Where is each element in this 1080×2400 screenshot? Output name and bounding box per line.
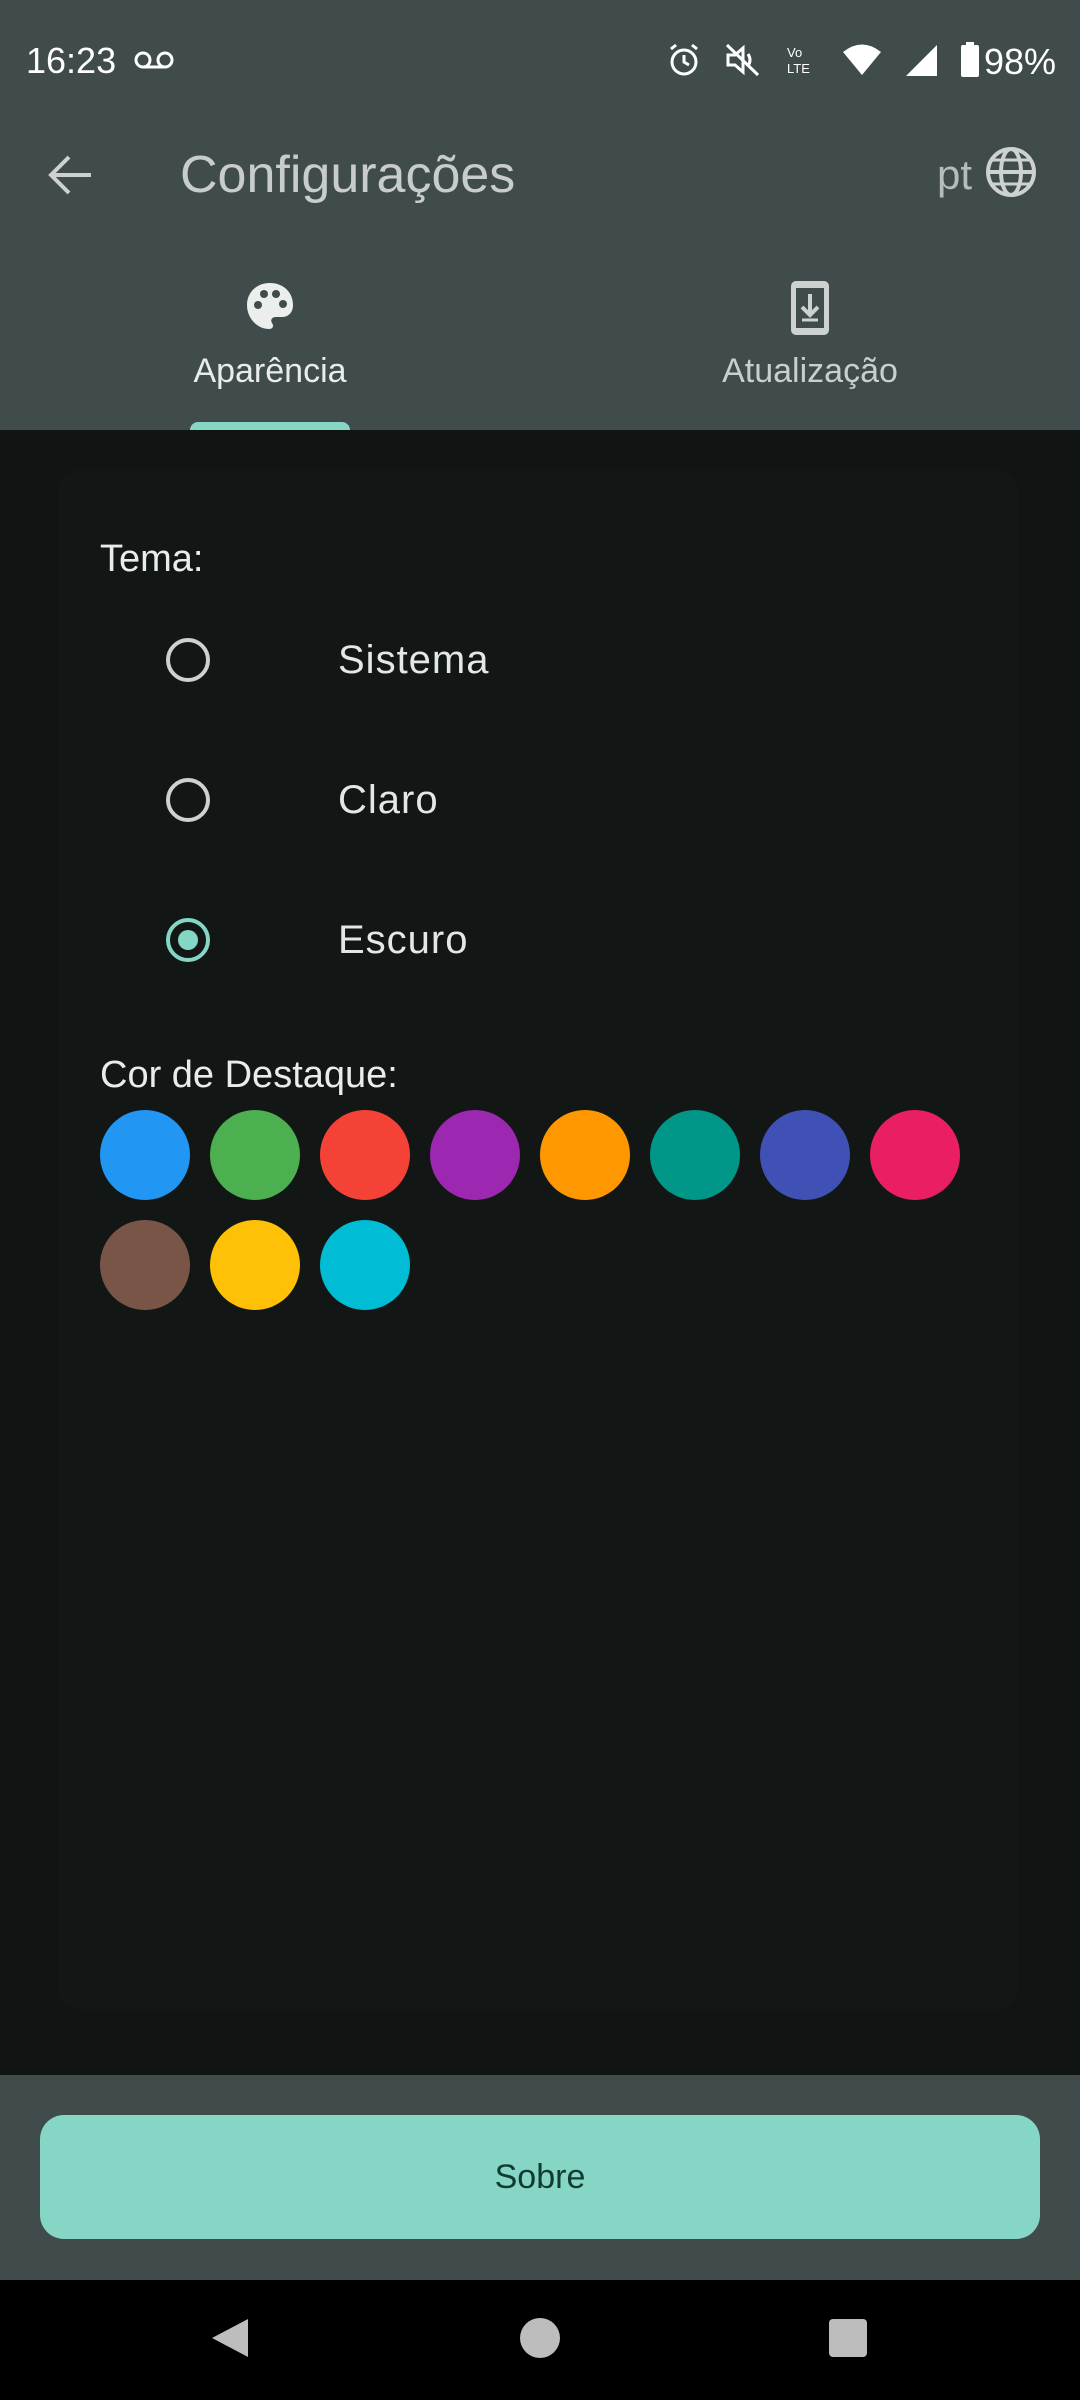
- arrow-back-icon: [47, 155, 93, 200]
- color-swatch-purple[interactable]: [430, 1110, 520, 1200]
- radio-selected-dot: [178, 930, 198, 950]
- wifi-icon: [842, 43, 882, 82]
- theme-option-label: Claro: [338, 778, 439, 822]
- battery-indicator: 98%: [960, 41, 1056, 83]
- color-swatch-teal[interactable]: [650, 1110, 740, 1200]
- nav-recents-button[interactable]: [818, 2310, 878, 2370]
- language-code: pt: [936, 150, 972, 198]
- nav-back-button[interactable]: [200, 2310, 260, 2370]
- tab-indicator: [190, 422, 350, 430]
- theme-option-light[interactable]: Claro: [166, 760, 666, 840]
- volte-icon: Vo LTE: [784, 42, 820, 83]
- color-swatch-pink[interactable]: [870, 1110, 960, 1200]
- status-icons: Vo LTE 98%: [666, 38, 1056, 86]
- tab-bar: Aparência Atualização: [0, 240, 1080, 430]
- theme-label: Tema:: [100, 538, 204, 580]
- color-swatch-orange[interactable]: [540, 1110, 630, 1200]
- back-button[interactable]: [40, 147, 100, 207]
- phone-download-icon: [790, 280, 830, 341]
- color-swatch-brown[interactable]: [100, 1220, 190, 1310]
- theme-option-system[interactable]: Sistema: [166, 620, 666, 700]
- tab-appearance[interactable]: Aparência: [0, 240, 540, 430]
- nav-home-button[interactable]: [510, 2310, 570, 2370]
- language-selector[interactable]: pt: [937, 145, 1038, 204]
- svg-text:LTE: LTE: [787, 61, 810, 76]
- appearance-settings-card: Tema: Sistema Claro Escuro Cor de Destaq…: [58, 470, 1018, 2010]
- radio-light[interactable]: [166, 778, 210, 822]
- alarm-icon: [666, 42, 702, 83]
- nav-recents-icon: [826, 2316, 870, 2365]
- status-bar: 16:23 Vo LTE 98%: [0, 0, 1080, 125]
- color-swatch-blue[interactable]: [100, 1110, 190, 1200]
- color-swatch-red[interactable]: [320, 1110, 410, 1200]
- color-swatch-cyan[interactable]: [320, 1220, 410, 1310]
- page-title: Configurações: [180, 146, 516, 204]
- nav-back-icon: [208, 2316, 252, 2365]
- tab-update[interactable]: Atualização: [540, 240, 1080, 430]
- signal-icon: [904, 43, 938, 82]
- mute-icon: [724, 42, 762, 83]
- theme-option-label: Escuro: [338, 918, 469, 962]
- color-swatch-green[interactable]: [210, 1110, 300, 1200]
- tab-appearance-label: Aparência: [193, 352, 347, 390]
- color-swatch-amber[interactable]: [210, 1220, 300, 1310]
- globe-icon: [984, 145, 1038, 204]
- radio-system[interactable]: [166, 638, 210, 682]
- nav-home-icon: [518, 2316, 562, 2365]
- bottom-bar: Sobre: [0, 2075, 1080, 2280]
- palette-icon: [244, 280, 296, 337]
- theme-option-label: Sistema: [338, 638, 490, 682]
- about-button[interactable]: Sobre: [40, 2115, 1040, 2239]
- system-navigation-bar: [0, 2280, 1080, 2400]
- voicemail-icon: [134, 48, 174, 77]
- accent-color-label: Cor de Destaque:: [100, 1054, 398, 1096]
- tab-update-label: Atualização: [722, 352, 898, 390]
- color-swatch-indigo[interactable]: [760, 1110, 850, 1200]
- battery-percentage: 98%: [983, 41, 1056, 82]
- status-time: 16:23: [26, 40, 117, 81]
- battery-icon: [960, 41, 980, 83]
- theme-option-dark[interactable]: Escuro: [166, 900, 666, 980]
- svg-text:Vo: Vo: [787, 45, 802, 60]
- radio-dark[interactable]: [166, 918, 210, 962]
